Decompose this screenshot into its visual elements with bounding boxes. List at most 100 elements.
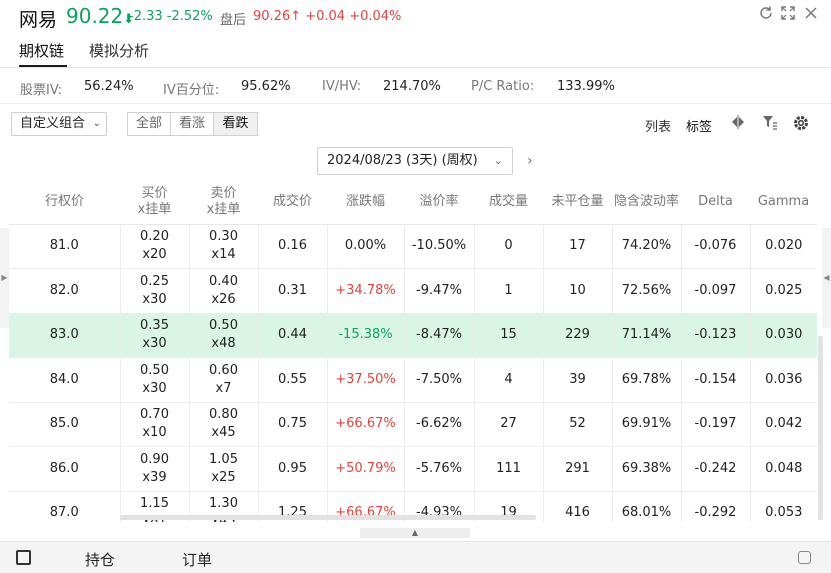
delta-cell: -0.292 [681, 491, 751, 522]
combo-label: 自定义组合 [20, 116, 86, 131]
bid-size: x30 [142, 380, 167, 396]
ask-price: 0.40 [209, 273, 238, 289]
last-price-cell: 0.16 [258, 224, 328, 269]
volume-cell: 27 [474, 402, 544, 447]
change-cell: +66.67% [327, 402, 405, 447]
bid-price: 0.20 [140, 229, 169, 245]
view-list-button[interactable]: 列表 [645, 116, 671, 135]
strike-cell: 86.0 [9, 446, 121, 492]
expiry-dropdown[interactable]: 2024/08/23 (3天) (周权) ⌄ [317, 147, 513, 175]
vertical-scrollbar[interactable] [818, 336, 823, 520]
table-row[interactable]: 85.0 0.70 x10 0.80 x45 0.75 +66.67% -6.62% 27 52 6… [9, 402, 817, 447]
strike-cell: 81.0 [9, 224, 121, 269]
iv-hv-value: 214.70% [383, 79, 441, 94]
scroll-right-icon[interactable]: ◀ [822, 228, 831, 328]
close-icon[interactable] [802, 5, 820, 23]
last-price-cell: 0.55 [258, 357, 328, 403]
stock-iv-value: 56.24% [84, 79, 134, 94]
filter-puts-button[interactable]: 看跌 [213, 112, 258, 136]
popout-window-icon[interactable] [798, 551, 811, 564]
scroll-left-icon[interactable]: ▶ [0, 228, 9, 328]
table-row[interactable]: 83.0 0.35 x30 0.50 x48 0.44 -15.38% -8.47% 15 229… [9, 313, 817, 358]
bid-cell[interactable]: 0.90 x39 [120, 446, 190, 492]
col-header-ask[interactable]: 卖价 x挂单 [189, 180, 258, 225]
bid-cell[interactable]: 0.20 x20 [120, 224, 190, 269]
gamma-cell: 0.020 [750, 224, 817, 269]
gamma-cell: 0.025 [750, 268, 817, 314]
col-header-last[interactable]: 成交价 [258, 180, 327, 225]
ask-price: 1.05 [209, 451, 238, 467]
bid-size: x39 [142, 469, 167, 485]
bid-cell[interactable]: 0.35 x30 [120, 313, 190, 358]
iv-percentile-label: IV百分位: [163, 83, 220, 98]
open-interest-cell: 291 [543, 446, 613, 492]
ask-cell[interactable]: 0.30 x14 [189, 224, 259, 269]
table-row[interactable]: 86.0 0.90 x39 1.05 x25 0.95 +50.79% -5.76% 111 29… [9, 446, 817, 492]
ask-cell[interactable]: 1.05 x25 [189, 446, 259, 492]
settings-gear-icon[interactable] [792, 114, 810, 136]
change-cell: +37.50% [327, 357, 405, 403]
ask-size: x26 [211, 291, 236, 307]
gamma-cell: 0.053 [750, 491, 817, 522]
refresh-icon[interactable] [757, 5, 775, 23]
table-row[interactable]: 81.0 0.20 x20 0.30 x14 0.16 0.00% -10.50% 0 17 74.… [9, 224, 817, 269]
expand-icon[interactable] [779, 5, 797, 23]
tab-simulation[interactable]: 模拟分析 [89, 40, 149, 61]
volume-cell: 15 [474, 313, 544, 358]
bid-cell[interactable]: 0.70 x10 [120, 402, 190, 447]
positions-tab[interactable]: 持仓 [85, 549, 115, 570]
expiry-bar: 2024/08/23 (3天) (周权) ⌄ › [0, 144, 831, 180]
next-expiry-chevron-icon[interactable]: › [527, 153, 533, 169]
strike-cell: 85.0 [9, 402, 121, 447]
ask-cell[interactable]: 0.50 x48 [189, 313, 259, 358]
horizontal-scrollbar[interactable] [120, 515, 536, 520]
bid-cell[interactable]: 0.25 x30 [120, 268, 190, 314]
bid-cell[interactable]: 0.50 x30 [120, 357, 190, 403]
open-interest-cell: 39 [543, 357, 613, 403]
table-row[interactable]: 84.0 0.50 x30 0.60 x7 0.55 +37.50% -7.50% 4 39 69.… [9, 357, 817, 403]
ask-cell[interactable]: 0.60 x7 [189, 357, 259, 403]
delta-cell: -0.123 [681, 313, 751, 358]
view-tag-button[interactable]: 标签 [686, 116, 712, 135]
delta-cell: -0.242 [681, 446, 751, 492]
iv-hv-label: IV/HV: [322, 79, 362, 94]
split-view-icon[interactable] [730, 114, 746, 134]
bid-price: 0.25 [140, 273, 169, 289]
iv-cell: 69.38% [612, 446, 682, 492]
volume-cell: 1 [474, 268, 544, 314]
filter-calls-button[interactable]: 看涨 [170, 112, 214, 136]
col-header-strike[interactable]: 行权价 [9, 180, 120, 225]
tab-bar: 期权链 模拟分析 [0, 36, 831, 68]
sidebar-toggle-icon[interactable] [16, 550, 31, 565]
ask-price: 0.50 [209, 318, 238, 334]
col-header-volume[interactable]: 成交量 [474, 180, 543, 225]
col-header-change[interactable]: 涨跌幅 [327, 180, 404, 225]
col-header-bid-text: 买价 x挂单 [137, 185, 172, 217]
iv-cell: 74.20% [612, 224, 682, 269]
table-body: 81.0 0.20 x20 0.30 x14 0.16 0.00% -10.50% 0 17 74.… [9, 224, 817, 522]
bid-price: 0.50 [140, 362, 169, 378]
ask-size: x45 [211, 425, 236, 441]
ask-cell[interactable]: 0.40 x26 [189, 268, 259, 314]
col-header-gamma[interactable]: Gamma [750, 180, 817, 225]
orders-tab[interactable]: 订单 [182, 549, 212, 570]
volatility-stats: 股票IV: 56.24% IV百分位: 95.62% IV/HV: 214.70… [0, 68, 831, 104]
open-interest-cell: 52 [543, 402, 613, 447]
tab-option-chain[interactable]: 期权链 [19, 40, 64, 61]
ask-price: 0.60 [209, 362, 238, 378]
custom-combo-dropdown[interactable]: 自定义组合 ⌄ [11, 112, 107, 136]
delta-cell: -0.154 [681, 357, 751, 403]
filter-icon[interactable] [762, 114, 778, 134]
premium-cell: -9.47% [404, 268, 475, 314]
table-row[interactable]: 82.0 0.25 x30 0.40 x26 0.31 +34.78% -9.47% 1 10 72… [9, 268, 817, 314]
stock-name: 网易 [19, 9, 58, 31]
col-header-premium[interactable]: 溢价率 [404, 180, 474, 225]
col-header-delta[interactable]: Delta [681, 180, 750, 225]
col-header-open-interest[interactable]: 未平仓量 [543, 180, 612, 225]
change-cell: +34.78% [327, 268, 405, 314]
col-header-iv[interactable]: 隐含波动率 [612, 180, 681, 225]
expand-panel-up-icon[interactable]: ▲ [360, 528, 470, 538]
ask-cell[interactable]: 0.80 x45 [189, 402, 259, 447]
filter-all-button[interactable]: 全部 [127, 112, 171, 136]
col-header-bid[interactable]: 买价 x挂单 [120, 180, 189, 225]
